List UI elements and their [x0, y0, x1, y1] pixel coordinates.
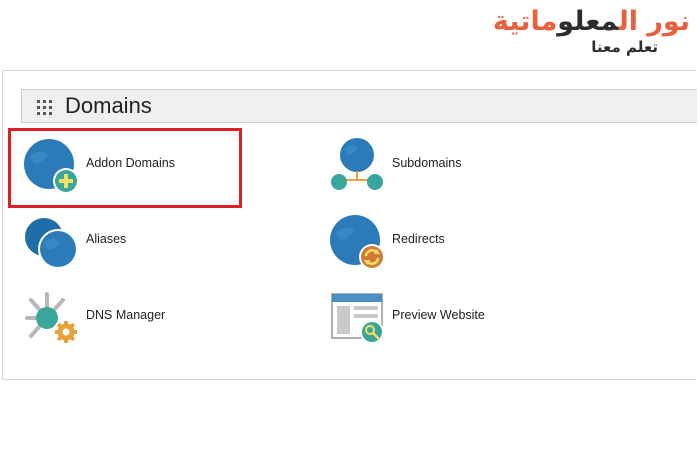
- logo-title: نور المعلوماتية: [492, 6, 690, 37]
- section-title: Domains: [65, 93, 152, 118]
- subdomains-link[interactable]: Subdomains: [328, 136, 528, 196]
- subdomains-icon: [331, 138, 383, 190]
- drag-handle-icon[interactable]: [37, 100, 53, 115]
- dns-manager-icon: [25, 292, 79, 345]
- dns-manager-link[interactable]: DNS Manager: [22, 288, 222, 348]
- section-header[interactable]: Domains: [21, 89, 697, 123]
- subdomains-label: Subdomains: [392, 156, 462, 170]
- redirects-link[interactable]: Redirects: [328, 212, 528, 272]
- aliases-link[interactable]: Aliases: [22, 212, 222, 272]
- redirects-label: Redirects: [392, 232, 445, 246]
- aliases-icon: [25, 218, 78, 269]
- highlight-box: [8, 128, 242, 208]
- preview-website-icon: [331, 293, 384, 344]
- preview-website-label: Preview Website: [392, 308, 485, 322]
- aliases-label: Aliases: [86, 232, 127, 246]
- logo-tagline: تعلم معنا: [591, 38, 658, 56]
- preview-website-link[interactable]: Preview Website: [328, 288, 548, 348]
- dns-manager-label: DNS Manager: [86, 308, 166, 322]
- site-logo: نور المعلوماتية تعلم معنا: [493, 6, 690, 56]
- redirects-icon: [330, 215, 385, 270]
